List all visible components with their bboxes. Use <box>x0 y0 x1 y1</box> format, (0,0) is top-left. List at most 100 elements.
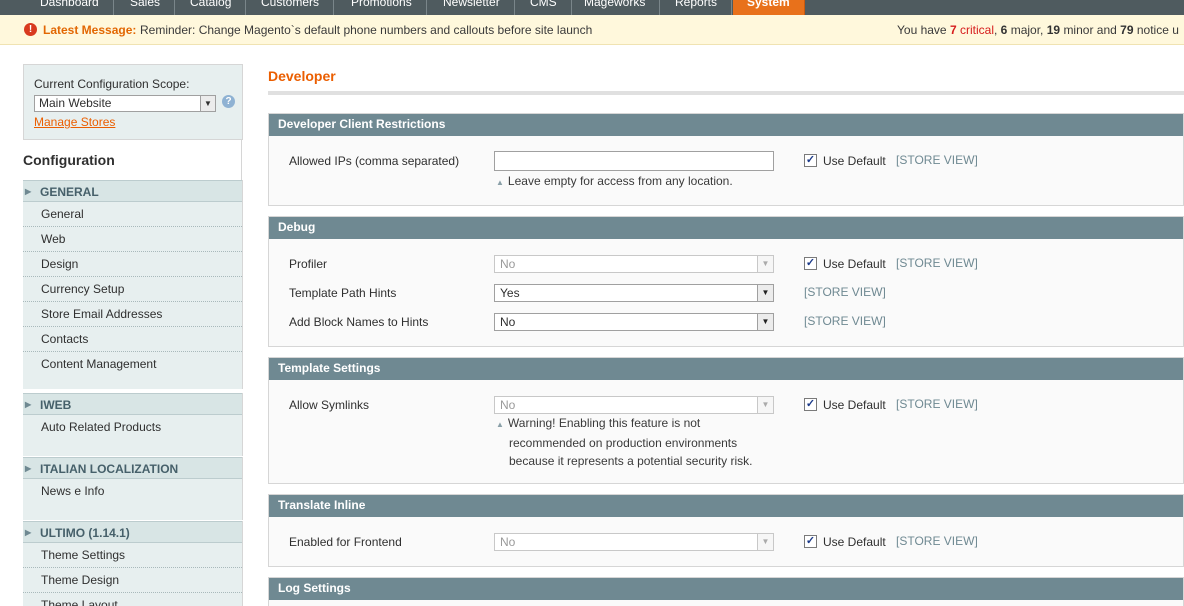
store-view-scope: [STORE VIEW] <box>896 153 978 167</box>
sidebar-group-head[interactable]: ▶ IWEB <box>23 393 242 415</box>
sidebar-item-content-management[interactable]: Content Management <box>23 352 242 389</box>
template-path-hints-select[interactable]: Yes ▼ <box>494 284 774 302</box>
scope-label: Current Configuration Scope: <box>34 77 190 91</box>
sidebar-group-head[interactable]: ▶ GENERAL <box>23 180 242 202</box>
nav-customers[interactable]: Customers <box>247 0 335 15</box>
latest-message-link[interactable]: Reminder: Change Magento`s default phone… <box>140 23 592 37</box>
sidebar-item-theme-design[interactable]: Theme Design <box>23 568 242 593</box>
use-default-checkbox[interactable]: ✓ <box>804 398 817 411</box>
chevron-down-icon[interactable]: ▼ <box>757 314 773 330</box>
group-title: GENERAL <box>40 185 99 199</box>
profiler-label: Profiler <box>289 257 328 271</box>
store-view-scope: [STORE VIEW] <box>896 534 978 548</box>
allow-symlinks-select[interactable]: No ▼ <box>494 396 774 414</box>
sidebar-item-general[interactable]: General <box>23 202 242 227</box>
scope-select[interactable]: Main Website ▼ <box>34 95 216 112</box>
major-count[interactable]: 6 <box>1001 23 1008 37</box>
sidebar-item-theme-settings[interactable]: Theme Settings <box>23 543 242 568</box>
sidebar-group-iweb: ▶ IWEB Auto Related Products <box>23 393 243 456</box>
nav-sales[interactable]: Sales <box>116 0 176 15</box>
select-value: No <box>500 535 516 549</box>
chevron-down-icon[interactable]: ▼ <box>757 397 773 413</box>
allowed-ips-label: Allowed IPs (comma separated) <box>289 154 460 168</box>
title-divider <box>268 91 1184 95</box>
triangle-right-icon: ▶ <box>25 400 32 409</box>
notice-count[interactable]: 79 <box>1120 23 1133 37</box>
section-header[interactable]: Translate Inline <box>269 495 1183 517</box>
nav-cms[interactable]: CMS <box>516 0 572 15</box>
critical-count[interactable]: 7 <box>950 23 957 37</box>
sidebar-group-head[interactable]: ▶ ITALIAN LOCALIZATION <box>23 457 242 479</box>
major-label[interactable]: major, <box>1011 23 1044 37</box>
use-default-checkbox[interactable]: ✓ <box>804 535 817 548</box>
nav-dashboard[interactable]: Dashboard <box>26 0 114 15</box>
sidebar-item-currency-setup[interactable]: Currency Setup <box>23 277 242 302</box>
minor-count[interactable]: 19 <box>1047 23 1060 37</box>
sidebar-item-design[interactable]: Design <box>23 252 242 277</box>
chevron-down-icon[interactable]: ▼ <box>200 96 215 111</box>
minor-label[interactable]: minor and <box>1063 23 1116 37</box>
nav-system[interactable]: System <box>733 0 805 15</box>
enabled-for-frontend-label: Enabled for Frontend <box>289 535 402 549</box>
block-names-select[interactable]: No ▼ <box>494 313 774 331</box>
allow-symlinks-label: Allow Symlinks <box>289 398 370 412</box>
sidebar-item-web[interactable]: Web <box>23 227 242 252</box>
sidebar-item-contacts[interactable]: Contacts <box>23 327 242 352</box>
block-names-label: Add Block Names to Hints <box>289 315 429 329</box>
profiler-select[interactable]: No ▼ <box>494 255 774 273</box>
allowed-ips-input[interactable] <box>494 151 774 171</box>
sidebar-item-store-email-addresses[interactable]: Store Email Addresses <box>23 302 242 327</box>
nav-promotions[interactable]: Promotions <box>337 0 427 15</box>
section-header[interactable]: Log Settings <box>269 578 1183 600</box>
chevron-down-icon[interactable]: ▼ <box>757 256 773 272</box>
nav-reports[interactable]: Reports <box>661 0 733 15</box>
sidebar-group-head[interactable]: ▶ ULTIMO (1.14.1) <box>23 521 242 543</box>
store-view-scope: [STORE VIEW] <box>896 256 978 270</box>
section-log-settings: Log Settings <box>268 577 1184 606</box>
nav-mageworks[interactable]: Mageworks <box>570 0 661 15</box>
enabled-for-frontend-select[interactable]: No ▼ <box>494 533 774 551</box>
section-debug: Debug Profiler No ▼ ✓ Use Default [STORE… <box>268 216 1184 347</box>
group-title: ITALIAN LOCALIZATION <box>40 462 179 476</box>
section-header[interactable]: Template Settings <box>269 358 1183 380</box>
symlinks-warning-note: ▲ Warning! Enabling this feature is not r… <box>496 414 752 470</box>
triangle-right-icon: ▶ <box>25 187 32 196</box>
use-default-label: Use Default <box>823 154 886 168</box>
use-default-checkbox[interactable]: ✓ <box>804 257 817 270</box>
chevron-down-icon[interactable]: ▼ <box>757 285 773 301</box>
allowed-ips-note: ▲ Leave empty for access from any locatio… <box>496 172 733 192</box>
top-navigation: Dashboard Sales Catalog Customers Promot… <box>0 0 1184 15</box>
template-path-hints-label: Template Path Hints <box>289 286 397 300</box>
note-line: Warning! Enabling this feature is not <box>507 416 701 430</box>
chevron-down-icon[interactable]: ▼ <box>757 534 773 550</box>
nav-catalog[interactable]: Catalog <box>176 0 247 15</box>
nav-newsletter[interactable]: Newsletter <box>429 0 515 15</box>
sidebar-item-auto-related-products[interactable]: Auto Related Products <box>23 415 242 456</box>
sidebar-item-theme-layout[interactable]: Theme Layout <box>23 593 242 606</box>
section-translate-inline: Translate Inline Enabled for Frontend No… <box>268 494 1184 567</box>
section-template-settings: Template Settings Allow Symlinks No ▼ ✓ … <box>268 357 1184 484</box>
note-line: recommended on production environments <box>509 436 738 450</box>
select-value: Yes <box>500 286 520 300</box>
use-default-label: Use Default <box>823 535 886 549</box>
store-view-scope: [STORE VIEW] <box>804 285 886 299</box>
sidebar-group-ultimo: ▶ ULTIMO (1.14.1) Theme Settings Theme De… <box>23 521 243 606</box>
notice-label[interactable]: notice u <box>1137 23 1179 37</box>
section-header[interactable]: Developer Client Restrictions <box>269 114 1183 136</box>
alert-icon: ! <box>24 23 37 36</box>
counts-prefix: You have <box>897 23 947 37</box>
critical-label[interactable]: critical <box>960 23 994 37</box>
use-default-checkbox[interactable]: ✓ <box>804 154 817 167</box>
scope-select-value: Main Website <box>39 96 112 110</box>
sidebar-item-news-e-info[interactable]: News e Info <box>23 479 242 520</box>
select-value: No <box>500 398 516 412</box>
section-client-restrictions: Developer Client Restrictions Allowed IP… <box>268 113 1184 206</box>
manage-stores-link[interactable]: Manage Stores <box>34 115 115 129</box>
section-header[interactable]: Debug <box>269 217 1183 239</box>
help-icon[interactable]: ? <box>222 95 235 108</box>
sidebar-group-italian-localization: ▶ ITALIAN LOCALIZATION News e Info <box>23 457 243 520</box>
latest-message-label: Latest Message: <box>43 23 137 37</box>
use-default-label: Use Default <box>823 398 886 412</box>
store-view-scope: [STORE VIEW] <box>804 314 886 328</box>
triangle-up-icon: ▲ <box>496 178 504 187</box>
